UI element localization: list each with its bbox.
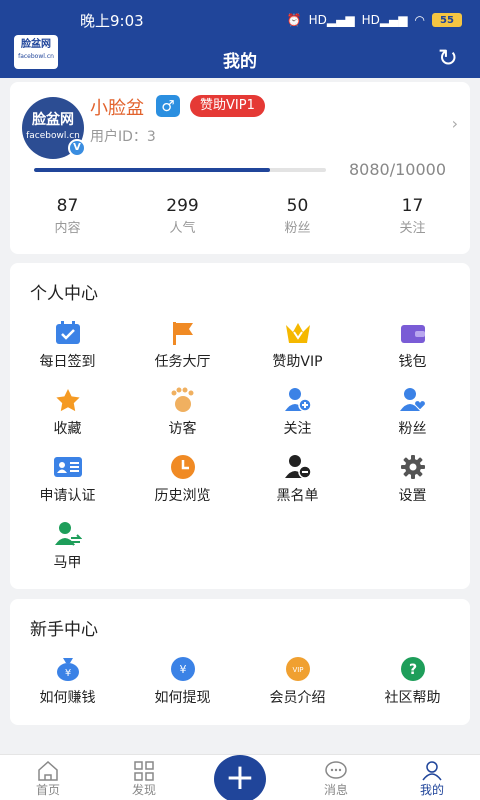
menu-item-help[interactable]: ? 社区帮助 (355, 655, 470, 722)
user-plus-icon (284, 388, 312, 412)
newbie-center-card: 新手中心 ¥ 如何赚钱 ¥ 如何提现 VIP 会员介绍 ? 社区帮助 (10, 599, 470, 725)
user-heart-icon (399, 388, 426, 411)
app-logo: 脸盆网 facebowl.cn (14, 35, 58, 69)
status-time: 晚上9:03 (80, 11, 144, 30)
stat-following[interactable]: 17 关注 (355, 196, 470, 236)
profile-card[interactable]: 脸盆网 facebowl.cn V 小脸盆 ♂ 赞助VIP1 用户ID：3 › … (10, 82, 470, 254)
verified-badge-icon: V (68, 139, 86, 157)
flag-icon (172, 322, 193, 345)
grid-icon (134, 761, 154, 781)
clock-icon (170, 455, 195, 479)
avatar[interactable]: 脸盆网 facebowl.cn V (22, 97, 86, 159)
menu-item-wallet[interactable]: 钱包 (355, 319, 470, 386)
menu-item-following[interactable]: 关注 (240, 386, 355, 453)
calendar-check-icon (55, 321, 80, 344)
gear-icon (400, 455, 425, 479)
menu-item-earn-money[interactable]: ¥ 如何赚钱 (10, 655, 125, 722)
signal-icon: HD▂▄▆ (361, 13, 408, 27)
stats-row: 87 内容 299 人气 50 粉丝 17 关注 (10, 196, 470, 236)
withdraw-icon: ¥ (170, 657, 195, 681)
create-post-button[interactable]: + (214, 755, 266, 800)
tab-messages[interactable]: 消息 (288, 755, 384, 800)
user-switch-icon (54, 522, 82, 546)
chat-icon (325, 761, 347, 779)
status-icons: ⏰ HD▂▄▆ HD▂▄▆ ◠ 55 (287, 13, 462, 27)
svg-text:¥: ¥ (64, 668, 70, 679)
section-title: 新手中心 (30, 620, 98, 640)
money-bag-icon: ¥ (56, 658, 79, 681)
personal-center-card: 个人中心 每日签到 任务大厅 赞助VIP 钱包 收藏 访客 关注 粉丝 申请认证… (10, 263, 470, 589)
tab-home[interactable]: 首页 (0, 755, 96, 800)
user-block-icon (284, 455, 312, 479)
menu-item-visitors[interactable]: 访客 (125, 386, 240, 453)
menu-item-vip[interactable]: 赞助VIP (240, 319, 355, 386)
user-icon (422, 761, 442, 781)
username: 小脸盆 (90, 98, 144, 119)
menu-item-checkin[interactable]: 每日签到 (10, 319, 125, 386)
svg-text:?: ? (408, 662, 416, 678)
footprint-icon (171, 387, 193, 412)
level-progress-fill (34, 168, 270, 172)
crown-icon (285, 323, 310, 343)
help-icon: ? (400, 657, 425, 681)
menu-item-fans[interactable]: 粉丝 (355, 386, 470, 453)
star-icon (55, 389, 80, 412)
menu-item-membership[interactable]: VIP 会员介绍 (240, 655, 355, 722)
svg-text:¥: ¥ (179, 663, 186, 676)
home-icon (38, 761, 58, 781)
status-bar: 晚上9:03 ⏰ HD▂▄▆ HD▂▄▆ ◠ 55 (0, 0, 480, 40)
menu-item-favorites[interactable]: 收藏 (10, 386, 125, 453)
level-progress-bar (34, 168, 326, 172)
gender-male-icon: ♂ (156, 95, 180, 117)
stat-popularity[interactable]: 299 人气 (125, 196, 240, 236)
menu-item-withdraw[interactable]: ¥ 如何提现 (125, 655, 240, 722)
refresh-icon[interactable]: ↻ (438, 44, 458, 72)
id-card-icon (53, 457, 82, 477)
page-title: 我的 (223, 51, 257, 72)
stat-fans[interactable]: 50 粉丝 (240, 196, 355, 236)
stat-content[interactable]: 87 内容 (10, 196, 125, 236)
newbie-center-grid: ¥ 如何赚钱 ¥ 如何提现 VIP 会员介绍 ? 社区帮助 (10, 655, 470, 722)
tab-mine[interactable]: 我的 (384, 755, 480, 800)
menu-item-verification[interactable]: 申请认证 (10, 453, 125, 520)
menu-item-tasks[interactable]: 任务大厅 (125, 319, 240, 386)
menu-item-settings[interactable]: 设置 (355, 453, 470, 520)
vip-badge: 赞助VIP1 (190, 95, 265, 117)
chevron-right-icon[interactable]: › (452, 114, 458, 133)
header: 晚上9:03 ⏰ HD▂▄▆ HD▂▄▆ ◠ 55 脸盆网 facebowl.c… (0, 0, 480, 78)
svg-text:VIP: VIP (292, 666, 303, 674)
menu-item-alt-account[interactable]: 马甲 (10, 520, 125, 587)
title-bar: 脸盆网 facebowl.cn 我的 ↻ (0, 35, 480, 78)
wallet-icon (400, 325, 425, 343)
menu-item-history[interactable]: 历史浏览 (125, 453, 240, 520)
alarm-icon: ⏰ (286, 13, 302, 27)
battery-icon: 55 (432, 13, 462, 27)
vip-icon: VIP (285, 657, 310, 681)
wifi-icon: ◠ (414, 13, 425, 27)
signal-icon: HD▂▄▆ (308, 13, 355, 27)
section-title: 个人中心 (30, 284, 98, 304)
level-progress-text: 8080/10000 (348, 160, 446, 179)
tab-discover[interactable]: 发现 (96, 755, 192, 800)
user-id: 用户ID：3 (90, 129, 156, 145)
menu-item-blacklist[interactable]: 黑名单 (240, 453, 355, 520)
personal-center-grid: 每日签到 任务大厅 赞助VIP 钱包 收藏 访客 关注 粉丝 申请认证 历史浏览… (10, 319, 470, 587)
